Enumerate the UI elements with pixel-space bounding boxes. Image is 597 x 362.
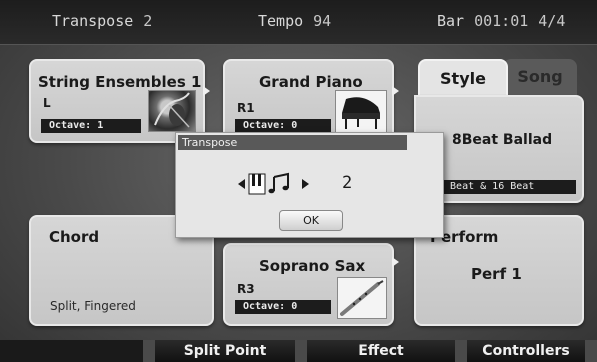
perform-name: Perf 1 <box>471 265 522 283</box>
bar-status[interactable]: Bar 001:01 4/4 <box>437 12 565 30</box>
part-label-left: L <box>43 96 51 110</box>
transpose-status[interactable]: Transpose 2 <box>52 12 152 30</box>
effect-button[interactable]: Effect <box>307 340 455 362</box>
dialog-title: Transpose <box>178 135 407 150</box>
decrease-arrow-icon[interactable] <box>238 179 245 189</box>
controllers-button[interactable]: Controllers <box>467 340 585 362</box>
octave-display-right1: Octave: 0 <box>235 119 331 133</box>
tempo-status[interactable]: Tempo 94 <box>258 12 331 30</box>
part-label-right3: R3 <box>237 282 255 296</box>
transpose-value: 2 <box>143 12 153 30</box>
softkey-divider <box>455 340 467 362</box>
grand-piano-icon <box>342 97 380 129</box>
split-point-button[interactable]: Split Point <box>155 340 295 362</box>
octave-display-right3: Octave: 0 <box>235 300 331 314</box>
keyboard-icon <box>248 173 266 195</box>
octave-label: Octave: <box>243 301 286 312</box>
keyboard-screen: Transpose 2 Tempo 94 Bar 001:01 4/4 String E… <box>0 0 597 362</box>
soprano-sax-icon <box>340 280 384 316</box>
softkey-divider <box>295 340 307 362</box>
tempo-label: Tempo <box>258 12 304 30</box>
violin-icon <box>154 92 190 128</box>
softkey-divider <box>585 340 597 362</box>
piano-image <box>335 90 387 134</box>
strings-image <box>148 90 196 132</box>
voice-panel-right3[interactable]: Soprano Sax R3 Octave: 0 <box>223 243 394 326</box>
sax-image <box>337 277 387 319</box>
voice-panel-left[interactable]: String Ensembles 1 L Octave: 1 <box>29 59 205 143</box>
transpose-dialog-value: 2 <box>342 173 353 193</box>
tab-style[interactable]: Style <box>418 59 508 97</box>
voice-name-right1: Grand Piano <box>259 73 363 91</box>
octave-value: 0 <box>291 120 298 131</box>
transpose-label: Transpose <box>52 12 134 30</box>
softkey-divider <box>143 340 155 362</box>
bar-value: 001:01 <box>474 12 529 30</box>
style-name: 8Beat Ballad <box>452 132 553 148</box>
tab-song[interactable]: Song <box>503 59 577 95</box>
voice-name-left: String Ensembles 1 <box>38 73 202 91</box>
music-note-icon <box>268 172 289 194</box>
octave-label: Octave: <box>243 120 286 131</box>
tempo-value: 94 <box>313 12 332 30</box>
ok-button[interactable]: OK <box>279 210 343 231</box>
octave-value: 0 <box>291 301 298 312</box>
time-signature: 4/4 <box>538 12 566 30</box>
chord-mode: Split, Fingered <box>50 299 136 313</box>
transpose-selector[interactable] <box>236 171 320 197</box>
voice-panel-right1[interactable]: Grand Piano R1 Octave: 0 <box>223 59 394 143</box>
link-arrow <box>392 257 399 267</box>
status-bar: Transpose 2 Tempo 94 Bar 001:01 4/4 <box>0 0 597 45</box>
octave-value: 1 <box>97 120 104 131</box>
part-label-right1: R1 <box>237 101 255 115</box>
transpose-dialog: Transpose 2 OK <box>175 132 444 238</box>
voice-name-right3: Soprano Sax <box>259 257 366 275</box>
octave-display-left: Octave: 1 <box>41 119 141 133</box>
style-category: 8 Beat & 16 Beat <box>434 180 576 194</box>
link-arrow <box>203 86 210 96</box>
bar-label: Bar <box>437 12 465 30</box>
octave-label: Octave: <box>49 120 92 131</box>
increase-arrow-icon[interactable] <box>302 179 309 189</box>
chord-title: Chord <box>49 228 100 246</box>
link-arrow <box>392 86 399 96</box>
